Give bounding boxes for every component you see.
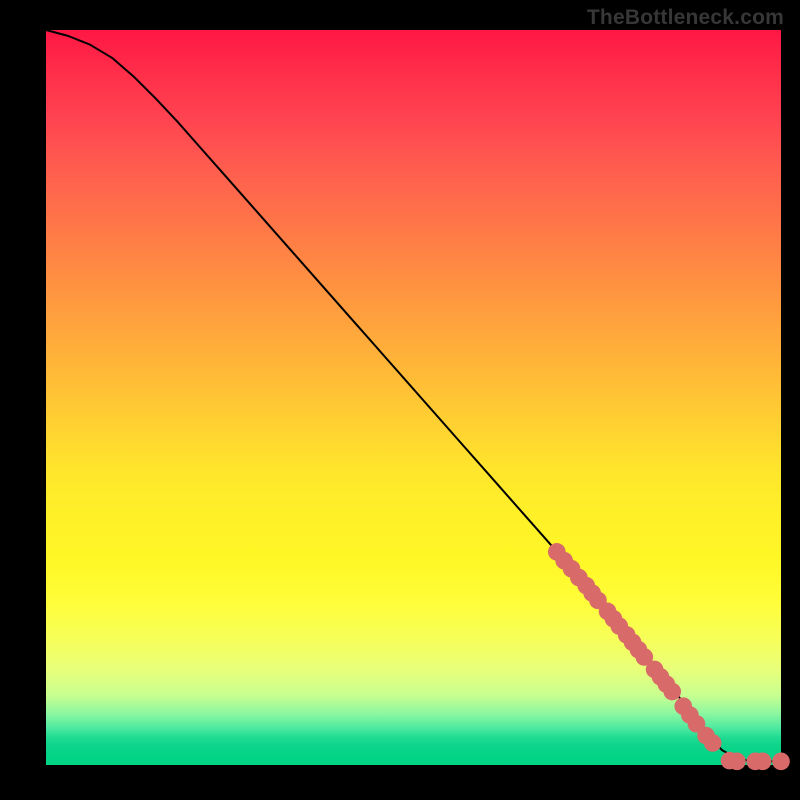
data-point xyxy=(728,753,746,771)
attribution-label: TheBottleneck.com xyxy=(587,6,784,30)
data-point xyxy=(663,683,681,701)
curve-line xyxy=(46,30,781,761)
chart-svg xyxy=(46,30,781,765)
chart-frame: TheBottleneck.com xyxy=(0,0,800,800)
data-point xyxy=(704,734,722,752)
plot-area xyxy=(46,30,781,765)
data-point xyxy=(754,753,772,771)
data-points xyxy=(548,543,790,770)
data-point xyxy=(772,753,790,771)
